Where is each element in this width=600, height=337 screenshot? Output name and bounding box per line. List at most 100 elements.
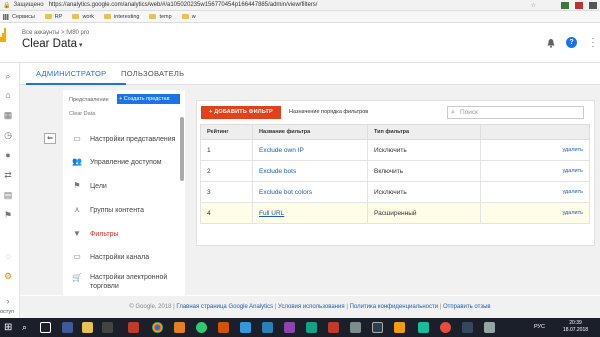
app-icon[interactable] (174, 322, 185, 333)
input-language[interactable]: РУС (534, 324, 545, 330)
nav-item-ecommerce-settings[interactable]: 🛒 Настройки электронной торговли (72, 273, 172, 290)
behavior-icon[interactable]: ▤ (3, 190, 13, 200)
dashboard-icon[interactable]: ▦ (3, 110, 13, 120)
add-filter-button[interactable]: + ДОБАВИТЬ ФИЛЬТР (201, 106, 281, 119)
app-icon[interactable] (462, 322, 473, 333)
filter-name-link[interactable]: Full URL (252, 202, 368, 224)
filter-order-link[interactable]: Назначение порядка фильтров (289, 109, 368, 115)
filter-type-cell: Исключить (367, 181, 481, 203)
nav-item-filters[interactable]: ▼ Фильтры (72, 228, 119, 240)
help-icon[interactable]: ? (566, 37, 577, 48)
bookmark-folder[interactable]: temp (149, 13, 172, 20)
home-icon[interactable]: ⌂ (3, 90, 13, 100)
delete-link[interactable]: удалить (480, 202, 590, 224)
delete-link[interactable]: удалить (480, 160, 590, 182)
app-icon[interactable] (196, 322, 207, 333)
clock-icon[interactable]: ◷ (3, 130, 13, 140)
analytics-logo-icon[interactable] (0, 28, 6, 42)
filter-icon: ▼ (73, 229, 81, 238)
app-icon[interactable] (62, 322, 73, 333)
filter-name-link[interactable]: Exclude bot colors (252, 181, 368, 203)
chevron-right-icon[interactable]: › (3, 296, 13, 306)
task-view-icon[interactable] (40, 322, 51, 333)
app-icon[interactable] (102, 322, 113, 333)
bookmark-services[interactable]: Сервисы (3, 13, 35, 20)
person-icon[interactable]: ● (3, 150, 13, 160)
nav-item-label: Группы контента (90, 206, 145, 214)
rank-cell: 4 (200, 202, 253, 224)
filter-name-link[interactable]: Exclude bots (252, 160, 368, 182)
gear-icon[interactable]: ⚙ (3, 271, 13, 281)
app-icon[interactable] (128, 322, 139, 333)
app-icon[interactable] (240, 322, 251, 333)
nav-item-goals[interactable]: ⚑ Цели (72, 180, 106, 192)
cart-icon: 🛒 (72, 273, 82, 282)
app-icon[interactable] (418, 322, 429, 333)
notifications-bell-icon[interactable] (546, 38, 556, 48)
search-icon[interactable]: ⌕ (22, 322, 33, 333)
bookmark-star-icon[interactable]: ☆ (531, 2, 536, 9)
delete-link[interactable]: удалить (480, 181, 590, 203)
breadcrumb[interactable]: Все аккаунты > fvl80 pro (22, 30, 89, 36)
system-clock[interactable]: 20:39 18.07.2018 (563, 320, 588, 334)
lightbulb-icon[interactable]: ◌ (3, 251, 13, 261)
bookmark-label: temp (159, 13, 172, 20)
delete-link[interactable]: удалить (480, 139, 590, 161)
filter-name-link[interactable]: Exclude own IP (252, 139, 368, 161)
view-settings-icon: ▭ (73, 134, 81, 143)
bookmark-folder[interactable]: w (181, 14, 196, 20)
acquisition-icon[interactable]: ⇄ (3, 170, 13, 180)
app-icon[interactable] (284, 322, 295, 333)
create-view-button[interactable]: + Создать представ (117, 94, 180, 104)
folder-icon (72, 14, 80, 19)
view-title: Clear Data (22, 38, 77, 50)
app-icon[interactable] (394, 322, 405, 333)
footer-link-privacy[interactable]: Политика конфиденциальности (350, 304, 439, 310)
page-footer: © Google, 2018 | Главная страница Google… (20, 296, 600, 318)
extension-icon[interactable] (575, 1, 583, 9)
table-header-row: Рейтинг Название фильтра Тип фильтра (200, 124, 590, 140)
tab-user[interactable]: ПОЛЬЗОВАТЕЛЬ (121, 69, 184, 78)
nav-item-channel-settings[interactable]: ▭ Настройки канала (72, 251, 149, 263)
footer-link-terms[interactable]: Условия использования (278, 304, 345, 310)
app-icon[interactable] (306, 322, 317, 333)
back-arrow-icon[interactable]: ⇐ (44, 133, 56, 144)
browser-address-bar[interactable]: 🔒 Защищено https://analytics.google.com/… (0, 0, 600, 11)
bookmark-folder[interactable]: RP (44, 14, 62, 20)
nav-scrollbar[interactable] (180, 117, 184, 181)
folder-icon (44, 14, 52, 19)
file-explorer-icon[interactable] (82, 322, 93, 333)
tab-admin[interactable]: АДМИНИСТРАТОР (36, 69, 106, 78)
windows-start-icon[interactable]: ⊞ (4, 322, 15, 333)
channel-icon: ▭ (73, 252, 81, 261)
column-header-name[interactable]: Название фильтра (252, 124, 368, 140)
nav-item-view-settings[interactable]: ▭ Настройки представления (72, 133, 175, 145)
folder-icon (149, 14, 157, 19)
url-text[interactable]: https://analytics.google.com/analytics/w… (49, 2, 318, 8)
column-header-type[interactable]: Тип фильтра (367, 124, 481, 140)
column-header-rank[interactable]: Рейтинг (200, 124, 253, 140)
app-icon[interactable] (484, 322, 495, 333)
nav-item-content-groups[interactable]: ⋏ Группы контента (72, 204, 144, 216)
footer-link-ga-home[interactable]: Главная страница Google Analytics (176, 304, 273, 310)
app-icon[interactable] (328, 322, 339, 333)
bookmark-folder[interactable]: work (72, 14, 94, 20)
chrome-icon[interactable] (152, 322, 163, 333)
search-input[interactable]: ⌕ Поиск (447, 106, 584, 119)
view-selector[interactable]: Clear Data ▾ (22, 38, 82, 50)
nav-item-user-management[interactable]: 👥 Управление доступом (72, 156, 162, 168)
app-icon[interactable] (440, 322, 451, 333)
extension-icon[interactable] (589, 1, 597, 9)
app-icon[interactable] (262, 322, 273, 333)
extension-icon[interactable] (561, 1, 569, 9)
folder-icon (104, 14, 112, 19)
app-icon[interactable] (218, 322, 229, 333)
view-name-dropdown[interactable]: Clear Data (69, 111, 95, 117)
flag-icon[interactable]: ⚑ (3, 210, 13, 220)
more-vert-icon[interactable]: · · · (590, 34, 596, 51)
bookmark-folder[interactable]: interesting (104, 14, 139, 20)
search-icon[interactable]: ⌕ (3, 71, 13, 81)
footer-link-feedback[interactable]: Отправить отзыв (443, 304, 491, 310)
app-icon[interactable] (372, 322, 383, 333)
app-icon[interactable] (350, 322, 361, 333)
